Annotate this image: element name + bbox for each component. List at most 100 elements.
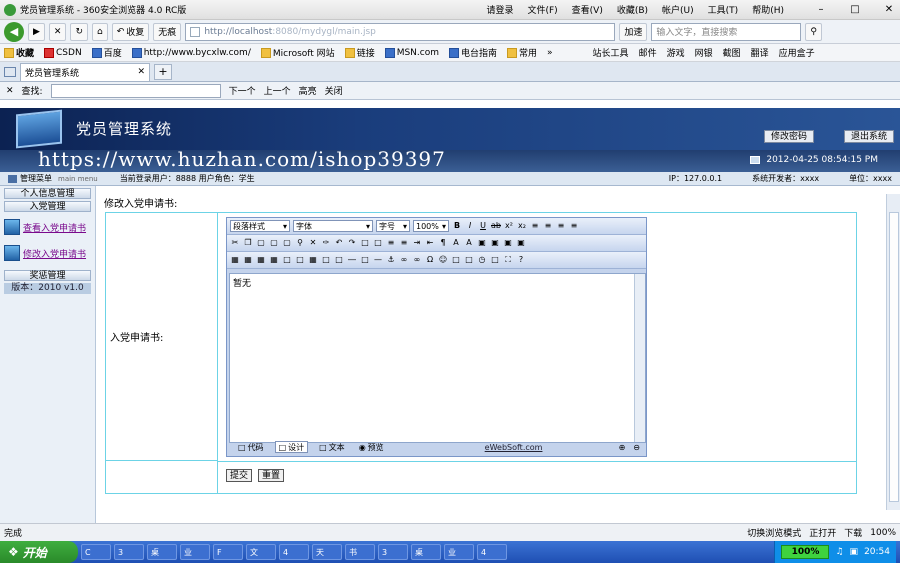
taskbar-item-4[interactable]: 业 [180,544,210,560]
find-input[interactable] [50,83,221,98]
tab-main[interactable]: 党员管理系统 ✕ [20,62,150,81]
emoticon-icon[interactable]: ☺ [438,255,448,265]
form-icon[interactable]: □ [282,255,292,265]
fav-common[interactable]: 常用 [507,46,537,59]
change-password-button[interactable]: 修改密码 [763,130,814,143]
mode-design[interactable]: □ 设计 [274,441,309,453]
sidebar-group-personal[interactable]: 个人信息管理 [4,188,91,199]
link-icon[interactable]: ∞ [399,255,409,265]
fav-more-icon[interactable]: » [547,48,553,58]
marquee-icon[interactable]: □ [451,255,461,265]
hr-icon[interactable]: ― [347,255,357,265]
menu-login[interactable]: 请登录 [486,3,513,16]
fav-baidu[interactable]: 百度 [91,46,122,59]
help-icon[interactable]: ? [516,255,526,265]
field-icon[interactable]: □ [295,255,305,265]
mode-text[interactable]: □ 文本 [316,441,348,453]
zoom-level[interactable]: 100% [870,528,896,538]
code-icon[interactable]: □ [490,255,500,265]
refresh-button[interactable]: ↻ [70,22,89,41]
font-color-icon[interactable]: A [451,238,461,248]
tool-appbox[interactable]: 应用盒子 [779,46,815,59]
file-icon[interactable]: ▣ [516,238,526,248]
cut-icon[interactable]: ✂ [230,238,240,248]
tool-translate[interactable]: 翻译 [751,46,769,59]
menu-view[interactable]: 查看(V) [572,3,603,16]
taskbar-item-12[interactable]: 业 [444,544,474,560]
accelerate-button[interactable]: 加速 [619,22,648,41]
fav-csdn[interactable]: CSDN [44,47,82,58]
taskbar-item-9[interactable]: 书 [345,544,375,560]
sidebar-item-edit-application[interactable]: 修改入党申请书 [4,240,91,266]
taskbar-item-13[interactable]: 4 [477,544,507,560]
switch-mode-button[interactable]: 切换浏览模式 [747,526,801,539]
tool-mail[interactable]: 邮件 [639,46,657,59]
cell-icon[interactable]: ▦ [256,255,266,265]
zoom-select[interactable]: 100% ▾ [413,220,449,232]
align-left-icon[interactable]: ≡ [530,221,540,231]
highlight-button[interactable]: 高亮 [299,84,317,97]
tool-webmaster[interactable]: 站长工具 [593,46,629,59]
mode-preview[interactable]: ◉ 预览 [356,441,387,453]
expand-icon[interactable]: ⊕ [619,443,626,452]
taskbar-item-8[interactable]: 天 [312,544,342,560]
close-icon[interactable]: ✕ [882,4,896,15]
paste-icon[interactable]: ▢ [256,238,266,248]
logout-button[interactable]: 退出系统 [843,130,894,143]
undo-icon[interactable]: ↶ [334,238,344,248]
tool-games[interactable]: 游戏 [667,46,685,59]
copy-icon[interactable]: ❐ [243,238,253,248]
fullscreen-icon[interactable]: ⛶ [503,255,513,265]
outdent-icon[interactable]: ⇤ [425,238,435,248]
submit-button[interactable]: 提交 [226,469,253,482]
find-close-icon[interactable]: ✕ [6,86,14,96]
mode-code[interactable]: □ 代码 [235,441,267,453]
maximize-icon[interactable]: □ [848,4,862,15]
scrollbar-thumb[interactable] [889,212,899,502]
volume-icon[interactable]: ♫ [835,547,843,557]
anchor-icon[interactable]: ⚓ [386,255,396,265]
row-icon[interactable]: ▦ [269,255,279,265]
font-size-select[interactable]: 字号 ▾ [376,220,410,232]
stop-button[interactable]: ✕ [48,22,67,41]
reset-button[interactable]: 重置 [258,469,285,482]
find-close-button[interactable]: 关闭 [325,84,343,97]
unlink-icon[interactable]: ∞ [412,255,422,265]
justify-icon[interactable]: ≡ [569,221,579,231]
tab-list-icon[interactable] [4,66,16,77]
taskbar-item-1[interactable]: C [81,544,111,560]
find-next-button[interactable]: 下一个 [229,84,256,97]
date-icon[interactable]: □ [464,255,474,265]
search-input[interactable]: 输入文字，直接搜索 [651,22,802,41]
menu-help[interactable]: 帮助(H) [752,3,784,16]
sidebar-item-view-application[interactable]: 查看入党申请书 [4,214,91,240]
select-all-icon[interactable]: □ [360,238,370,248]
editor-brand-link[interactable]: eWebSoft.com [485,443,543,452]
special-char-icon[interactable]: Ω [425,255,435,265]
menu-tools[interactable]: 工具(T) [708,3,739,16]
paste-word-icon[interactable]: ▢ [282,238,292,248]
taskbar-item-10[interactable]: 3 [378,544,408,560]
align-center-icon[interactable]: ≡ [543,221,553,231]
subscript-icon[interactable]: x₂ [517,221,527,231]
background-color-icon[interactable]: A [464,238,474,248]
align-right-icon[interactable]: ≡ [556,221,566,231]
find-replace-icon[interactable]: ⚲ [295,238,305,248]
ordered-list-icon[interactable]: ≡ [386,238,396,248]
image-icon[interactable]: ▣ [477,238,487,248]
table-icon[interactable]: ▦ [230,255,240,265]
unordered-list-icon[interactable]: ≡ [399,238,409,248]
sidebar-group-party[interactable]: 入党管理 [4,201,91,212]
taskbar-item-7[interactable]: 4 [279,544,309,560]
menu-account[interactable]: 帐户(U) [662,3,694,16]
fav-msn[interactable]: MSN.com [384,47,439,58]
incognito-button[interactable]: 无痕 [153,22,182,41]
time-icon[interactable]: ◷ [477,255,487,265]
menu-favorites[interactable]: 收藏(B) [617,3,648,16]
flash-icon[interactable]: ▣ [490,238,500,248]
minimize-icon[interactable]: – [814,4,828,15]
new-tab-button[interactable]: + [154,63,172,80]
indent-icon[interactable]: ⇥ [412,238,422,248]
home-button[interactable]: ⌂ [92,22,108,41]
separator-icon[interactable]: — [373,255,383,265]
